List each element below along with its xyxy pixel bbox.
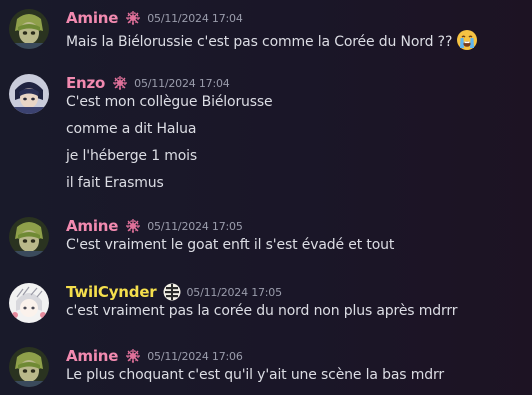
timestamp[interactable]: 05/11/2024 17:05 bbox=[147, 220, 243, 233]
message-line: il fait Erasmus bbox=[66, 175, 164, 191]
message-line: Mais la Biélorussie c'est pas comme la C… bbox=[66, 29, 478, 51]
timestamp[interactable]: 05/11/2024 17:06 bbox=[147, 350, 243, 363]
chat-message-list: Amine 05/11/2024 17:04 Mais la Biéloruss… bbox=[0, 0, 532, 395]
avatar-amine[interactable] bbox=[9, 347, 49, 387]
timestamp[interactable]: 05/11/2024 17:04 bbox=[147, 12, 243, 25]
message-header: Amine 05/11/2024 17:06 bbox=[66, 345, 243, 367]
message-line: C'est mon collègue Biélorusse bbox=[66, 94, 273, 110]
username-amine[interactable]: Amine bbox=[66, 217, 118, 235]
message-header: Enzo 05/11/2024 17:04 bbox=[66, 72, 230, 94]
message-line: c'est vraiment pas la corée du nord non … bbox=[66, 303, 458, 319]
username-twilcynder[interactable]: TwilCynder bbox=[66, 283, 157, 301]
message-text: Mais la Biélorussie c'est pas comme la C… bbox=[66, 34, 453, 50]
avatar-twilcynder[interactable] bbox=[9, 283, 49, 323]
username-amine[interactable]: Amine bbox=[66, 347, 118, 365]
message-line: comme a dit Halua bbox=[66, 121, 197, 137]
message-line: Le plus choquant c'est qu'il y'ait une s… bbox=[66, 367, 444, 383]
message-line: C'est vraiment le goat enft il s'est éva… bbox=[66, 237, 395, 253]
flower-emblem-icon[interactable] bbox=[125, 218, 141, 234]
flower-emblem-icon[interactable] bbox=[112, 75, 128, 91]
loudly-crying-face-emoji bbox=[456, 29, 478, 51]
message-header: Amine 05/11/2024 17:05 bbox=[66, 215, 243, 237]
username-enzo[interactable]: Enzo bbox=[66, 74, 105, 92]
username-amine[interactable]: Amine bbox=[66, 9, 118, 27]
flower-emblem-icon[interactable] bbox=[125, 348, 141, 364]
message-header: TwilCynder 05/11/2024 17:05 bbox=[66, 281, 282, 303]
avatar-enzo[interactable] bbox=[9, 74, 49, 114]
striped-circle-icon[interactable] bbox=[163, 283, 181, 301]
avatar-amine[interactable] bbox=[9, 217, 49, 257]
message-line: je l'héberge 1 mois bbox=[66, 148, 198, 164]
timestamp[interactable]: 05/11/2024 17:04 bbox=[134, 77, 230, 90]
message-header: Amine 05/11/2024 17:04 bbox=[66, 7, 243, 29]
timestamp[interactable]: 05/11/2024 17:05 bbox=[187, 286, 283, 299]
flower-emblem-icon[interactable] bbox=[125, 10, 141, 26]
avatar-amine[interactable] bbox=[9, 9, 49, 49]
